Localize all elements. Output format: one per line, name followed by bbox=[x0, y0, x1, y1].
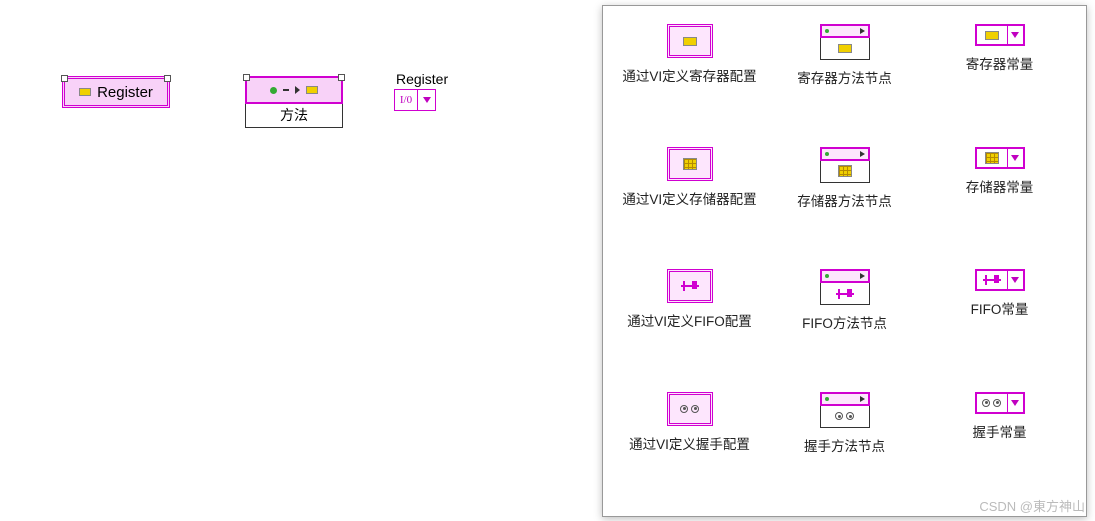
palette-item-fifo-const[interactable]: FIFO常量 bbox=[923, 269, 1076, 384]
palette-item-handshake-define[interactable]: 通过VI定义握手配置 bbox=[613, 392, 766, 507]
palette-item-handshake-const[interactable]: 握手常量 bbox=[923, 392, 1076, 507]
palette-label: 通过VI定义存储器配置 bbox=[622, 191, 756, 210]
palette-item-memory-method[interactable]: 存储器方法节点 bbox=[768, 147, 921, 262]
register-glyph-icon bbox=[838, 44, 852, 53]
fifo-glyph-icon bbox=[983, 279, 1001, 281]
method-node-header bbox=[245, 76, 343, 104]
handshake-glyph-icon bbox=[835, 411, 855, 421]
palette-item-memory-define[interactable]: 通过VI定义存储器配置 bbox=[613, 147, 766, 262]
terminal-in-icon bbox=[825, 152, 829, 156]
palette-label: 寄存器常量 bbox=[966, 56, 1034, 75]
fifo-define-icon bbox=[667, 269, 713, 303]
handshake-glyph-icon bbox=[982, 398, 1002, 408]
palette-item-fifo-define[interactable]: 通过VI定义FIFO配置 bbox=[613, 269, 766, 384]
constant-dropdown[interactable] bbox=[417, 90, 435, 110]
arrow-right-icon bbox=[860, 396, 865, 402]
chevron-down-icon bbox=[1011, 155, 1019, 161]
watermark-text: CSDN @東方神山 bbox=[979, 496, 1085, 515]
fifo-method-icon bbox=[820, 269, 870, 305]
palette-label: 通过VI定义握手配置 bbox=[629, 436, 750, 455]
palette-label: 握手常量 bbox=[973, 424, 1027, 443]
handshake-method-icon bbox=[820, 392, 870, 428]
palette-item-handshake-method[interactable]: 握手方法节点 bbox=[768, 392, 921, 507]
register-method-node[interactable]: 方法 bbox=[245, 76, 343, 128]
register-define-node[interactable]: Register bbox=[62, 76, 170, 108]
arrow-right-icon bbox=[860, 273, 865, 279]
fifo-glyph-icon bbox=[681, 285, 699, 287]
register-define-icon bbox=[667, 24, 713, 58]
terminal-in-icon bbox=[825, 397, 829, 401]
palette-label: 通过VI定义寄存器配置 bbox=[622, 68, 756, 87]
palette-item-memory-const[interactable]: 存储器常量 bbox=[923, 147, 1076, 262]
constant-node-body[interactable]: I/0 bbox=[394, 89, 436, 111]
io-glyph-icon: I/0 bbox=[400, 94, 412, 106]
arrow-right-icon bbox=[860, 151, 865, 157]
palette-label: 握手方法节点 bbox=[804, 438, 885, 457]
wire-icon bbox=[283, 89, 289, 91]
memory-method-icon bbox=[820, 147, 870, 183]
register-glyph-icon bbox=[683, 37, 697, 46]
memory-glyph-icon bbox=[985, 152, 999, 164]
terminal-in-icon bbox=[270, 87, 277, 94]
palette-label: 寄存器方法节点 bbox=[797, 70, 892, 89]
constant-icon-area: I/0 bbox=[395, 90, 417, 110]
memory-glyph-icon bbox=[838, 165, 852, 177]
chevron-down-icon bbox=[1011, 277, 1019, 283]
chevron-down-icon bbox=[1011, 400, 1019, 406]
register-node-label: Register bbox=[97, 84, 153, 101]
palette-label: 存储器方法节点 bbox=[797, 193, 892, 212]
register-const-icon bbox=[975, 24, 1025, 46]
method-node-label[interactable]: 方法 bbox=[245, 104, 343, 128]
arrow-right-icon bbox=[860, 28, 865, 34]
palette-label: FIFO常量 bbox=[971, 301, 1029, 320]
register-glyph-icon bbox=[985, 31, 999, 40]
resize-handle-icon bbox=[164, 75, 171, 82]
palette-label: 存储器常量 bbox=[966, 179, 1034, 198]
resize-handle-icon bbox=[243, 74, 250, 81]
memory-glyph-icon bbox=[683, 158, 697, 170]
palette-item-register-method[interactable]: 寄存器方法节点 bbox=[768, 24, 921, 139]
diagram-canvas: Register 方法 Register I/0 bbox=[0, 0, 600, 521]
resize-handle-icon bbox=[61, 75, 68, 82]
register-glyph-icon bbox=[79, 88, 91, 96]
terminal-in-icon bbox=[825, 274, 829, 278]
handshake-glyph-icon bbox=[680, 404, 700, 414]
function-palette[interactable]: 通过VI定义寄存器配置 寄存器方法节点 寄存器常量 通过VI定义存储器配置 存储… bbox=[602, 5, 1087, 517]
handshake-define-icon bbox=[667, 392, 713, 426]
memory-define-icon bbox=[667, 147, 713, 181]
resize-handle-icon bbox=[338, 74, 345, 81]
arrow-right-icon bbox=[295, 86, 300, 94]
chevron-down-icon bbox=[1011, 32, 1019, 38]
memory-const-icon bbox=[975, 147, 1025, 169]
palette-label: FIFO方法节点 bbox=[802, 315, 887, 334]
handshake-const-icon bbox=[975, 392, 1025, 414]
chevron-down-icon bbox=[423, 97, 431, 103]
palette-label: 通过VI定义FIFO配置 bbox=[627, 313, 752, 332]
register-glyph-icon bbox=[306, 86, 318, 94]
constant-node-label: Register bbox=[394, 71, 436, 87]
register-method-icon bbox=[820, 24, 870, 60]
register-constant-node[interactable]: Register I/0 bbox=[394, 71, 436, 111]
palette-item-register-define[interactable]: 通过VI定义寄存器配置 bbox=[613, 24, 766, 139]
fifo-const-icon bbox=[975, 269, 1025, 291]
palette-item-register-const[interactable]: 寄存器常量 bbox=[923, 24, 1076, 139]
terminal-in-icon bbox=[825, 29, 829, 33]
palette-item-fifo-method[interactable]: FIFO方法节点 bbox=[768, 269, 921, 384]
fifo-glyph-icon bbox=[836, 293, 854, 295]
